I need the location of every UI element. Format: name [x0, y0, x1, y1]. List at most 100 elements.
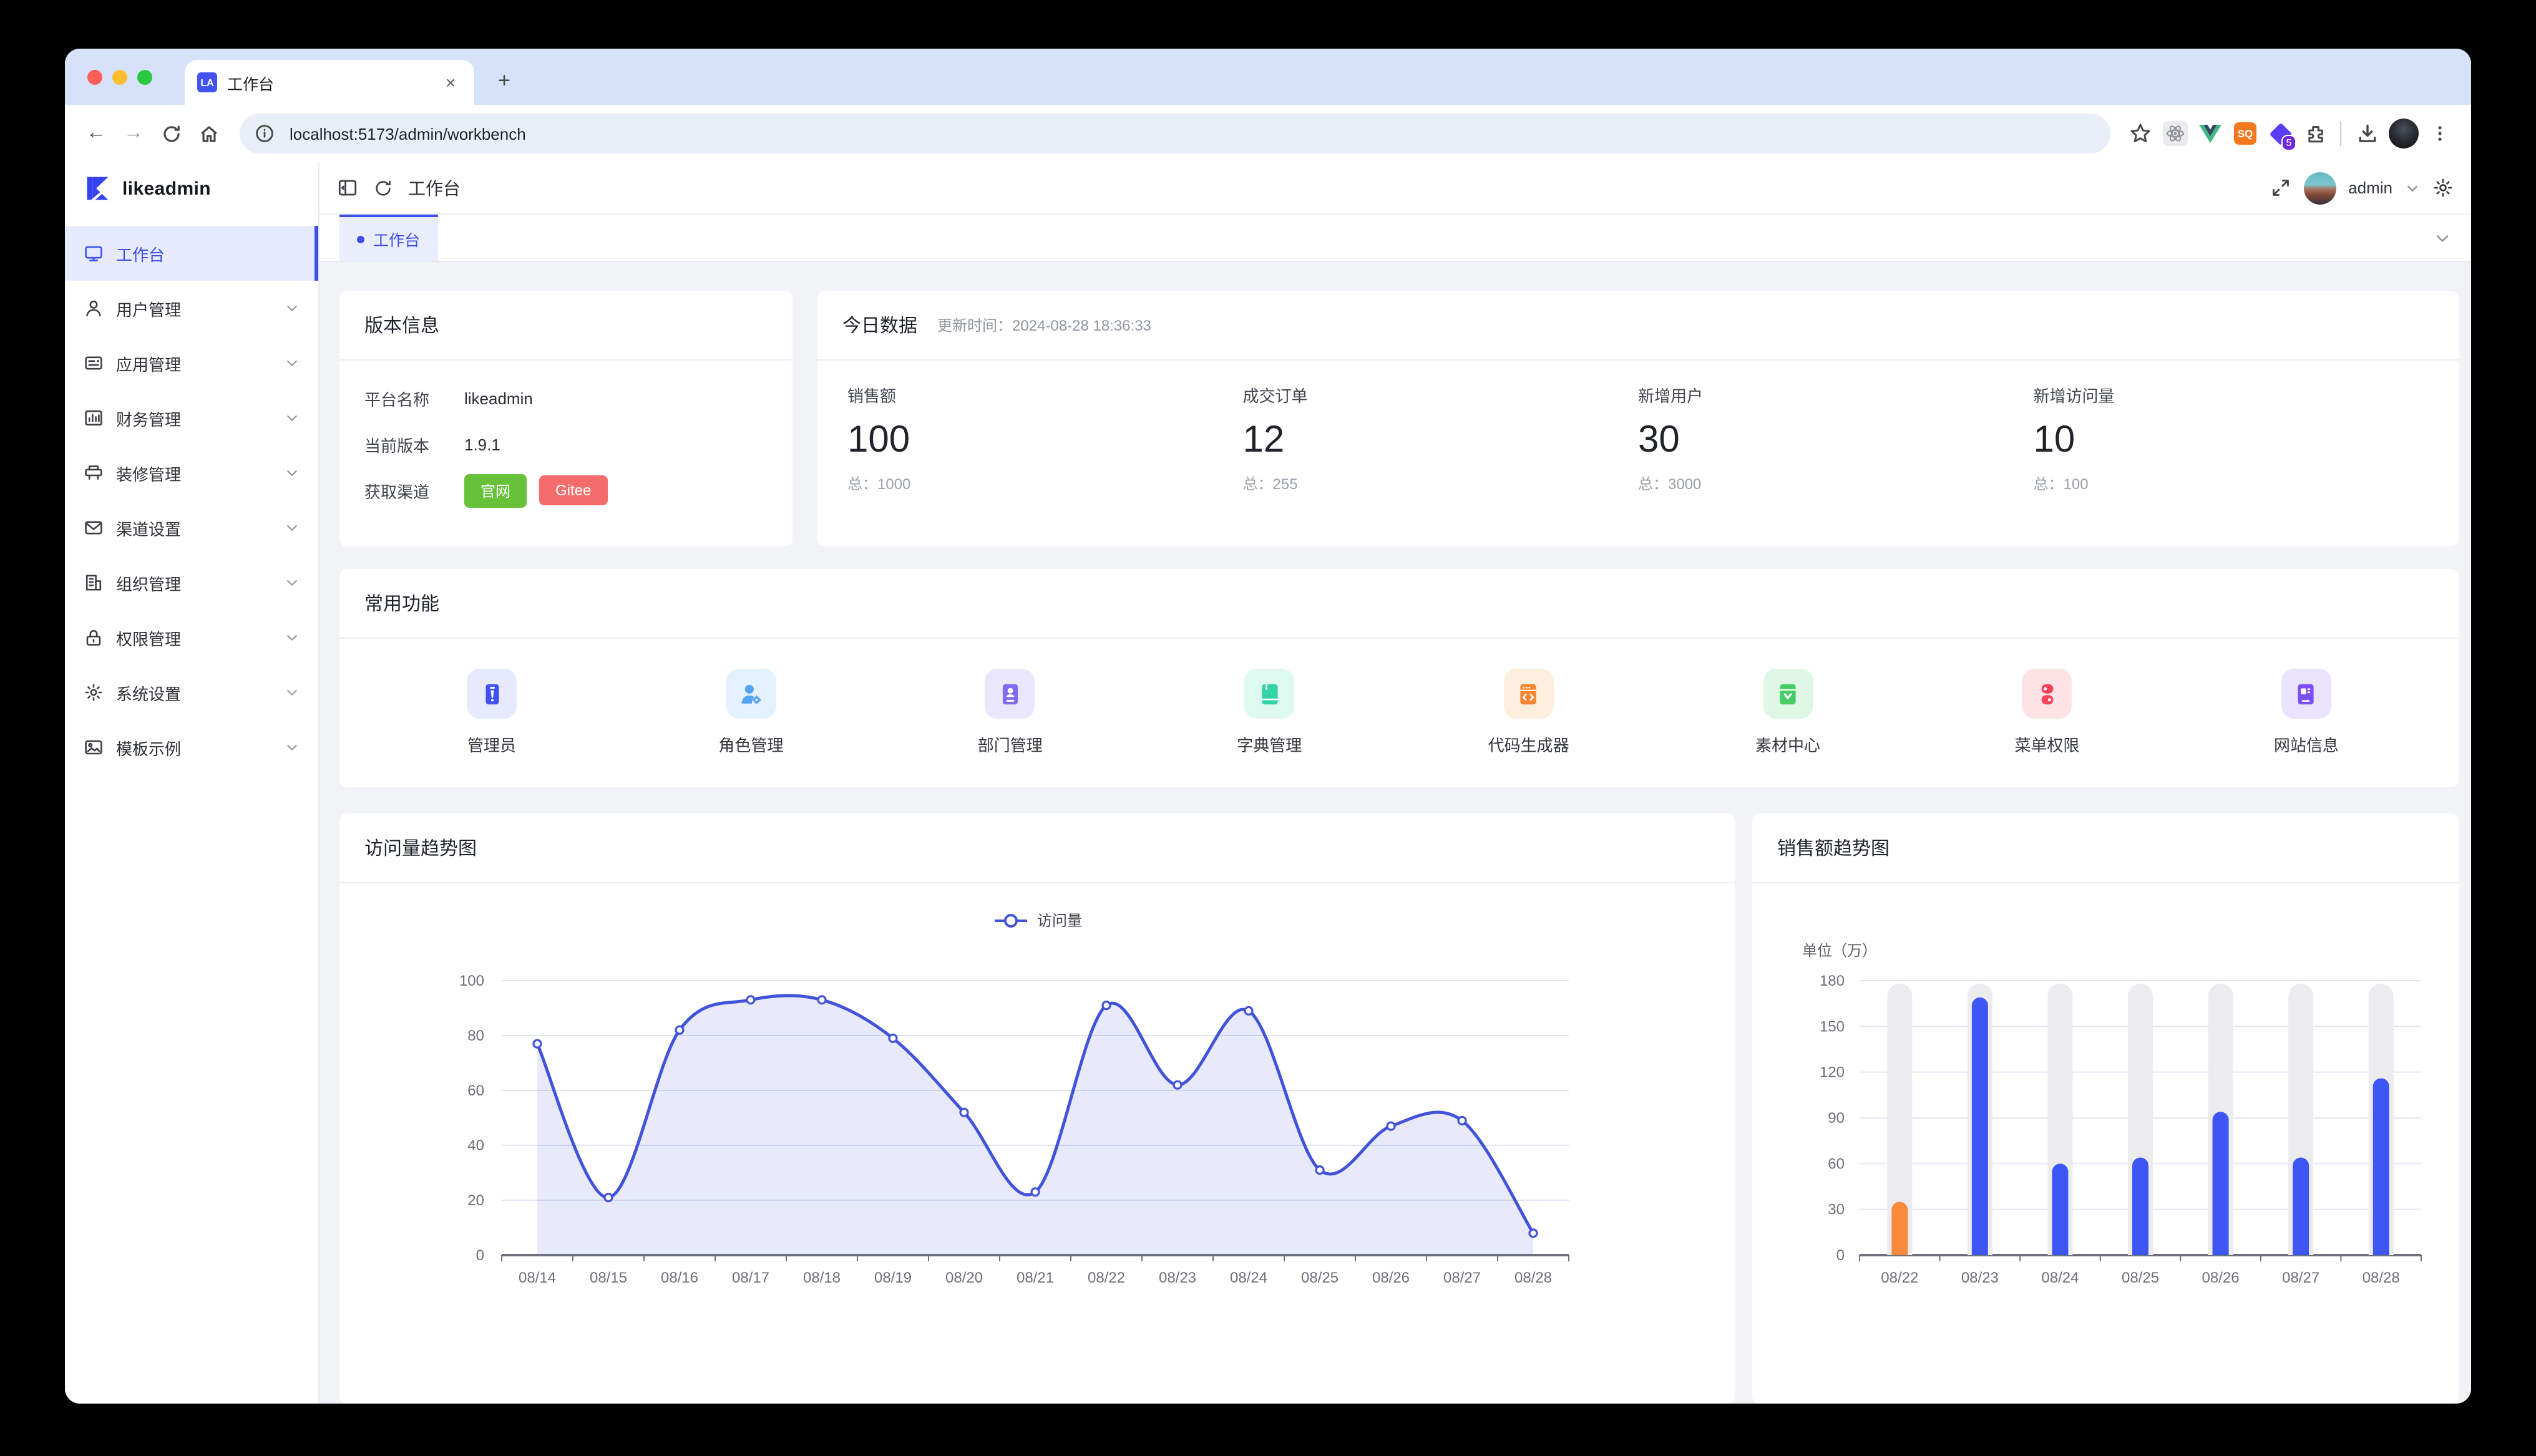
channel-button-官网[interactable]: 官网	[464, 473, 527, 507]
reload-icon[interactable]	[155, 117, 187, 150]
bookmark-star-icon[interactable]	[2125, 119, 2155, 148]
site-icon	[2281, 669, 2331, 719]
today-stat: 成交订单 12 总：255	[1243, 383, 1639, 494]
settings-gear-icon[interactable]	[2432, 177, 2454, 198]
feature-tile-dict[interactable]: 字典管理	[1207, 669, 1332, 756]
extensions-puzzle-icon[interactable]	[2300, 119, 2330, 148]
sidebar-item-user[interactable]: 用户管理	[65, 281, 318, 336]
finance-icon	[84, 408, 104, 428]
stat-total: 总：255	[1243, 473, 1639, 494]
app-logo-text: likeadmin	[122, 178, 211, 199]
stat-label: 新增访问量	[2034, 383, 2429, 407]
svg-text:08/19: 08/19	[874, 1269, 912, 1286]
address-bar[interactable]: localhost:5173/admin/workbench	[240, 114, 2110, 153]
feature-tile-code[interactable]: 代码生成器	[1466, 669, 1591, 756]
new-tab-button[interactable]: +	[489, 66, 519, 96]
tab-chip-workbench[interactable]: 工作台	[339, 215, 437, 261]
svg-text:90: 90	[1828, 1110, 1845, 1127]
visits-trend-card: 访问量趋势图 访问量02040608010008/1408/1508/1608/…	[339, 813, 1735, 1404]
svg-text:08/27: 08/27	[1443, 1269, 1481, 1286]
org-icon	[84, 573, 104, 593]
browser-profile-avatar[interactable]	[2389, 119, 2419, 148]
app-icon	[84, 353, 104, 373]
sidebar-item-label: 权限管理	[116, 626, 181, 649]
chevron-down-icon	[285, 465, 300, 480]
version-row-label: 当前版本	[364, 432, 464, 456]
browser-menu-icon[interactable]	[2424, 117, 2456, 150]
svg-text:08/23: 08/23	[1159, 1269, 1196, 1286]
version-row-label: 平台名称	[364, 386, 464, 410]
feature-tile-label: 素材中心	[1755, 732, 1820, 756]
collapse-sidebar-icon[interactable]	[337, 177, 358, 198]
browser-toolbar: ← → localhost:5173/admin/workbench	[65, 105, 2471, 162]
features-card-title: 常用功能	[339, 569, 2459, 639]
sidebar-menu: 工作台用户管理应用管理财务管理装修管理渠道设置组织管理权限管理系统设置模板示例	[65, 215, 318, 775]
sidebar-item-monitor[interactable]: 工作台	[65, 226, 318, 281]
home-icon[interactable]	[192, 117, 225, 150]
sidebar-item-org[interactable]: 组织管理	[65, 555, 318, 610]
sidebar-item-gear[interactable]: 系统设置	[65, 665, 318, 720]
channel-button-Gitee[interactable]: Gitee	[539, 475, 607, 505]
forward-icon[interactable]: →	[117, 117, 150, 150]
sidebar-item-lock[interactable]: 权限管理	[65, 610, 318, 665]
feature-tile-material[interactable]: 素材中心	[1725, 669, 1850, 756]
chevron-down-icon	[285, 356, 300, 371]
app-logo[interactable]: likeadmin	[65, 162, 318, 215]
gear-icon	[84, 682, 104, 702]
browser-tab[interactable]: LA 工作台 ×	[185, 60, 474, 105]
feature-tile-admin[interactable]: 管理员	[429, 669, 554, 756]
sidebar-item-label: 模板示例	[116, 735, 181, 759]
fullscreen-icon[interactable]	[2270, 177, 2291, 198]
code-icon	[1504, 669, 1554, 719]
sales-bar-chart: 单位（万）030609012015018008/2208/2308/2408/2…	[1752, 883, 2459, 1402]
vue-extension-icon[interactable]	[2195, 119, 2225, 148]
sidebar-item-app[interactable]: 应用管理	[65, 336, 318, 391]
refresh-page-icon[interactable]	[373, 178, 393, 198]
minimize-window-button[interactable]	[112, 70, 127, 85]
feature-tile-dept[interactable]: 部门管理	[948, 669, 1073, 756]
svg-text:150: 150	[1820, 1018, 1845, 1035]
vpn-extension-icon[interactable]: 5	[2265, 119, 2295, 148]
svg-text:08/21: 08/21	[1017, 1269, 1054, 1286]
user-avatar[interactable]	[2303, 172, 2336, 204]
sidebar-item-template[interactable]: 模板示例	[65, 720, 318, 775]
svg-text:08/25: 08/25	[2122, 1269, 2159, 1286]
sidebar-item-finance[interactable]: 财务管理	[65, 391, 318, 445]
feature-tile-role[interactable]: 角色管理	[688, 669, 813, 756]
username[interactable]: admin	[2348, 178, 2392, 197]
downloads-icon[interactable]	[2351, 117, 2384, 150]
sidebar-item-decorate[interactable]: 装修管理	[65, 445, 318, 500]
tabs-overflow-chevron-icon[interactable]	[2434, 229, 2451, 246]
svg-text:08/24: 08/24	[2041, 1269, 2079, 1286]
svg-text:60: 60	[1828, 1155, 1845, 1172]
feature-tile-menuauth[interactable]: 菜单权限	[1984, 669, 2109, 756]
sales-chart-title: 销售额趋势图	[1752, 813, 2459, 883]
zoom-window-button[interactable]	[137, 70, 152, 85]
version-row: 当前版本1.9.1	[364, 430, 768, 458]
tab-close-icon[interactable]: ×	[439, 71, 462, 94]
version-info-card: 版本信息 平台名称likeadmin当前版本1.9.1获取渠道官网Gitee	[339, 291, 792, 546]
material-icon	[1763, 669, 1813, 719]
feature-tile-site[interactable]: 网站信息	[2244, 669, 2369, 756]
version-row-value: likeadmin	[464, 389, 533, 407]
feature-tile-label: 管理员	[467, 732, 516, 756]
svg-text:08/22: 08/22	[1088, 1269, 1125, 1286]
feature-tile-label: 部门管理	[978, 732, 1043, 756]
react-extension-icon[interactable]	[2160, 119, 2190, 148]
role-icon	[726, 669, 776, 719]
svg-text:08/17: 08/17	[732, 1269, 769, 1286]
dict-icon	[1244, 669, 1294, 719]
svg-text:08/18: 08/18	[803, 1269, 841, 1286]
back-icon[interactable]: ←	[80, 117, 112, 150]
sidebar-item-mail[interactable]: 渠道设置	[65, 500, 318, 555]
close-window-button[interactable]	[87, 70, 102, 85]
site-info-icon[interactable]	[250, 119, 280, 148]
svg-text:60: 60	[467, 1082, 484, 1099]
version-row-label: 获取渠道	[364, 478, 464, 502]
stat-label: 新增用户	[1638, 383, 2034, 407]
svg-text:08/28: 08/28	[2363, 1269, 2400, 1286]
svg-text:08/26: 08/26	[1372, 1269, 1410, 1286]
user-menu-chevron-icon[interactable]	[2405, 180, 2420, 195]
tab-title: 工作台	[227, 70, 429, 94]
sq-extension-icon[interactable]: SQ	[2230, 119, 2260, 148]
